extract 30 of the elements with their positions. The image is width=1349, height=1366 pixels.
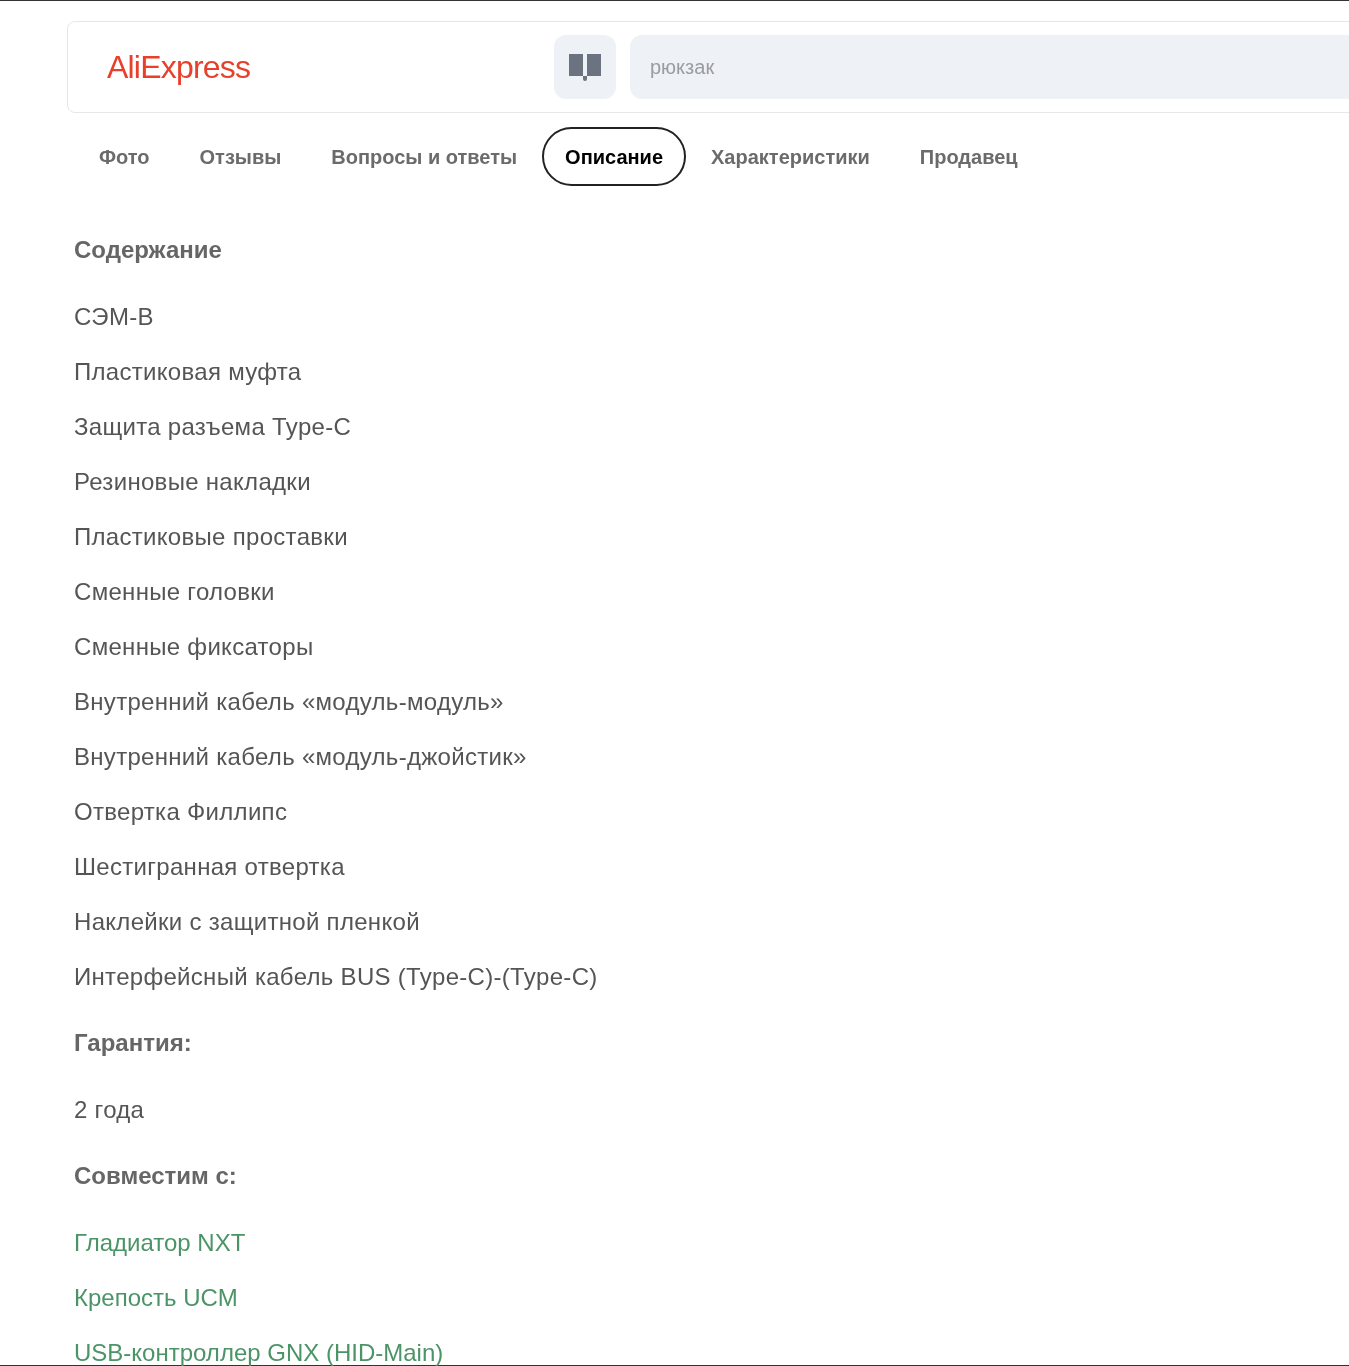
list-item-text: Шестигранная отвертка <box>74 851 345 882</box>
list-item-text: Сменные головки <box>74 576 275 607</box>
compatible-link[interactable]: Крепость UCM <box>74 1279 238 1316</box>
section-heading: Содержание <box>74 234 222 265</box>
compatible-link[interactable]: Гладиатор NXT <box>74 1224 246 1261</box>
logo[interactable]: AliExpress <box>107 43 554 91</box>
list-item-text: Сменные фиксаторы <box>74 631 314 662</box>
tab[interactable]: Отзывы <box>174 127 307 186</box>
list-item-text: Наклейки с защитной пленкой <box>74 906 420 937</box>
list-item-text: Резиновые накладки <box>74 466 311 497</box>
compatible-link[interactable]: USB-контроллер GNX (HID-Main) <box>74 1334 444 1366</box>
tab[interactable]: Фото <box>74 127 175 186</box>
catalog-button[interactable] <box>554 35 616 99</box>
list-item-text: Отвертка Филлипс <box>74 796 288 827</box>
list-item-text: СЭМ-В <box>74 301 154 332</box>
list-item-text: Внутренний кабель «модуль-джойстик» <box>74 741 527 772</box>
tab[interactable]: Описание <box>542 127 687 186</box>
list-item-text: Пластиковые проставки <box>74 521 348 552</box>
tab[interactable]: Характеристики <box>686 127 895 186</box>
book-icon <box>568 51 602 83</box>
list-item-text: Защита разъема Type-C <box>74 411 352 442</box>
tab[interactable]: Продавец <box>894 127 1043 186</box>
search-field[interactable]: рюкзак <box>630 35 1349 99</box>
list-item-text: 2 года <box>74 1094 145 1125</box>
list-item-text: Пластиковая муфта <box>74 356 302 387</box>
section-heading: Совместим с: <box>74 1160 237 1191</box>
list-item-text: Интерфейсный кабель BUS (Type-C)-(Type-C) <box>74 961 598 992</box>
section-heading: Гарантия: <box>74 1027 192 1058</box>
tab[interactable]: Вопросы и ответы <box>306 127 543 186</box>
list-item-text: Внутренний кабель «модуль-модуль» <box>74 686 504 717</box>
